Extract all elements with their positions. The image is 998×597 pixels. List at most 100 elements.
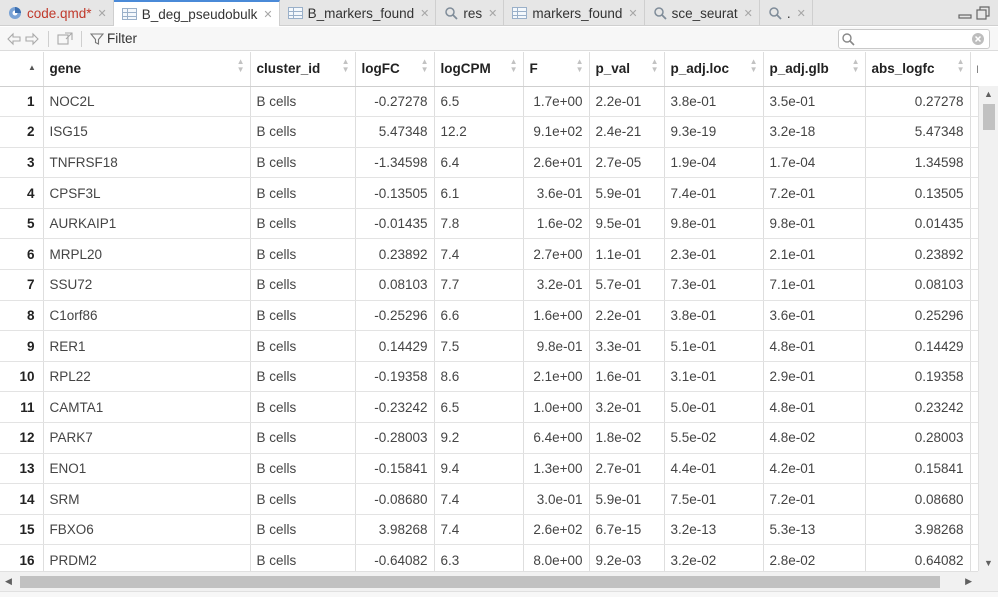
magnifier-icon	[653, 7, 667, 20]
tab-sce-seurat[interactable]: sce_seurat ✕	[645, 0, 760, 26]
table-row[interactable]: 13 ENO1 B cells -0.15841 9.4 1.3e+00 2.7e-01 4.…	[0, 453, 978, 485]
table-cell: 1.6e-02	[523, 208, 590, 240]
table-cell: FBXO6	[43, 514, 251, 546]
close-tab-icon[interactable]: ✕	[628, 7, 637, 20]
column-header-logcpm[interactable]: logCPM ▲ ▼	[434, 52, 524, 87]
table-row[interactable]: 11 CAMTA1 B cells -0.23242 6.5 1.0e+00 3.2e-01…	[0, 391, 978, 424]
table-cell: 7.4e-01	[664, 177, 764, 209]
table-row[interactable]: 16 PRDM2 B cells -0.64082 6.3 8.0e+00 9.2e-03 3…	[0, 544, 978, 571]
table-row[interactable]: 9 RER1 B cells 0.14429 7.5 9.8e-01 3.3e-01 5.1e…	[0, 330, 978, 362]
tab-b-markers-found[interactable]: B_markers_found ✕	[280, 0, 437, 26]
close-tab-icon[interactable]: ✕	[744, 7, 753, 20]
horizontal-scroll-thumb[interactable]	[20, 576, 940, 588]
column-header-p-adj-glb[interactable]: p_adj.glb ▲ ▼	[763, 52, 866, 87]
column-header-p-val[interactable]: p_val ▲ ▼	[589, 52, 665, 87]
clear-search-icon[interactable]	[971, 32, 985, 46]
table-cell: 9.8e-01	[523, 330, 590, 362]
back-arrow-icon[interactable]	[6, 32, 22, 46]
toolbar-separator	[48, 30, 49, 47]
table-cell: -0.19358	[355, 361, 435, 393]
maximize-pane-icon[interactable]	[976, 5, 990, 20]
tab-dot[interactable]: . ✕	[760, 0, 813, 26]
sort-toggle-icon: ▲ ▼	[749, 57, 758, 74]
table-row[interactable]: 10 RPL22 B cells -0.19358 8.6 2.1e+00 1.6e-01 3…	[0, 361, 978, 393]
table-cell: 6.4e+00	[523, 422, 590, 454]
data-grid-icon	[512, 7, 528, 19]
table-cell: 2.1e-01	[763, 238, 866, 271]
column-header-logfc[interactable]: logFC ▲ ▼	[355, 52, 435, 87]
table-cell: 7.8	[434, 208, 524, 240]
row-number-header[interactable]: ▲	[0, 52, 44, 87]
table-row[interactable]: 8 C1orf86 B cells -0.25296 6.6 1.6e+00 2.2e-01…	[0, 300, 978, 332]
table-row[interactable]: 3 TNFRSF18 B cells -1.34598 6.4 2.6e+01 2.7e-0…	[0, 147, 978, 179]
column-header-abs-logfc[interactable]: abs_logfc ▲ ▼	[865, 52, 971, 87]
table-cell: 0.27278	[865, 86, 971, 118]
table-row[interactable]: 7 SSU72 B cells 0.08103 7.7 3.2e-01 5.7e-01 7.3…	[0, 269, 978, 301]
table-row[interactable]: 1 NOC2L B cells -0.27278 6.5 1.7e+00 2.2e-01 3.…	[0, 86, 978, 118]
column-header-cluster-id[interactable]: cluster_id ▲ ▼	[250, 52, 356, 87]
table-cell: 1.9e-04	[664, 147, 764, 179]
table-cell: 7.5	[434, 330, 524, 362]
data-table: ▲ gene ▲ ▼ cluster_id ▲ ▼ logFC ▲ ▼ logCPM ▲ ▼ F ▲ ▼ p_v…	[0, 52, 978, 571]
table-row[interactable]: 2 ISG15 B cells 5.47348 12.2 9.1e+02 2.4e-21 9.…	[0, 116, 978, 148]
table-cell: 6.1	[434, 177, 524, 209]
table-cell: 2.8e-02	[763, 544, 866, 571]
table-cell: 3.2e-18	[763, 116, 866, 148]
table-row[interactable]: 14 SRM B cells -0.08680 7.4 3.0e-01 5.9e-01 7.5…	[0, 483, 978, 515]
table-cell	[970, 361, 978, 393]
table-cell: B cells	[250, 453, 356, 485]
close-tab-icon[interactable]: ✕	[263, 8, 272, 21]
scroll-up-icon[interactable]: ▲	[984, 89, 993, 99]
table-cell: 9.5e-01	[589, 208, 665, 240]
search-input[interactable]	[838, 29, 990, 49]
bottom-status-strip	[0, 591, 998, 597]
table-cell: -0.13505	[355, 177, 435, 209]
minimize-pane-icon[interactable]	[958, 6, 972, 20]
table-cell: AURKAIP1	[43, 208, 251, 240]
table-header-row: ▲ gene ▲ ▼ cluster_id ▲ ▼ logFC ▲ ▼ logCPM ▲ ▼ F ▲ ▼ p_v…	[0, 52, 978, 87]
vertical-scroll-thumb[interactable]	[983, 104, 995, 130]
tab-res[interactable]: res ✕	[436, 0, 505, 26]
tab-code-qmd[interactable]: code.qmd* ✕	[0, 0, 114, 26]
close-tab-icon[interactable]: ✕	[98, 7, 107, 20]
horizontal-scrollbar[interactable]: ◀ ▶	[0, 571, 978, 591]
table-row[interactable]: 12 PARK7 B cells -0.28003 9.2 6.4e+00 1.8e-02 5…	[0, 422, 978, 454]
column-header-p-adj-loc[interactable]: p_adj.loc ▲ ▼	[664, 52, 764, 87]
row-number: 5	[0, 208, 44, 240]
scroll-left-icon[interactable]: ◀	[5, 576, 12, 587]
table-row[interactable]: 6 MRPL20 B cells 0.23892 7.4 2.7e+00 1.1e-01 2.…	[0, 238, 978, 271]
table-cell: 3.98268	[355, 514, 435, 546]
tab-markers-found[interactable]: markers_found ✕	[504, 0, 645, 26]
table-row[interactable]: 4 CPSF3L B cells -0.13505 6.1 3.6e-01 5.9e-01 7…	[0, 177, 978, 209]
scroll-right-icon[interactable]: ▶	[965, 576, 972, 587]
sort-toggle-icon: ▲ ▼	[575, 57, 584, 74]
table-cell: B cells	[250, 86, 356, 118]
close-tab-icon[interactable]: ✕	[420, 7, 429, 20]
tab-b-deg-pseudobulk[interactable]: B_deg_pseudobulk ✕	[113, 0, 280, 26]
table-cell: 7.1e-01	[763, 269, 866, 301]
close-tab-icon[interactable]: ✕	[488, 7, 497, 20]
table-cell: 0.08103	[355, 269, 435, 301]
close-tab-icon[interactable]: ✕	[797, 7, 806, 20]
show-in-window-icon[interactable]	[57, 31, 73, 46]
table-row[interactable]: 5 AURKAIP1 B cells -0.01435 7.8 1.6e-02 9.5e-0…	[0, 208, 978, 240]
table-cell: 2.1e+00	[523, 361, 590, 393]
tab-label: B_deg_pseudobulk	[141, 6, 258, 22]
table-cell: 7.3e-01	[664, 269, 764, 301]
table-cell	[970, 300, 978, 332]
table-row[interactable]: 15 FBXO6 B cells 3.98268 7.4 2.6e+02 6.7e-15 3.…	[0, 514, 978, 546]
table-cell: RER1	[43, 330, 251, 362]
column-header-reg[interactable]: reg	[970, 52, 978, 87]
table-cell	[970, 208, 978, 240]
vertical-scrollbar[interactable]: ▲ ▼	[978, 86, 998, 571]
table-cell: 3.8e-01	[664, 300, 764, 332]
column-header-f[interactable]: F ▲ ▼	[523, 52, 590, 87]
table-cell: 2.7e-05	[589, 147, 665, 179]
column-header-label: logCPM	[440, 61, 491, 77]
table-cell: -0.15841	[355, 453, 435, 485]
forward-arrow-icon[interactable]	[24, 32, 40, 46]
column-header-gene[interactable]: gene ▲ ▼	[43, 52, 251, 87]
table-cell: 7.2e-01	[763, 483, 866, 515]
filter-button[interactable]: Filter	[90, 31, 137, 46]
scroll-down-icon[interactable]: ▼	[984, 558, 993, 568]
